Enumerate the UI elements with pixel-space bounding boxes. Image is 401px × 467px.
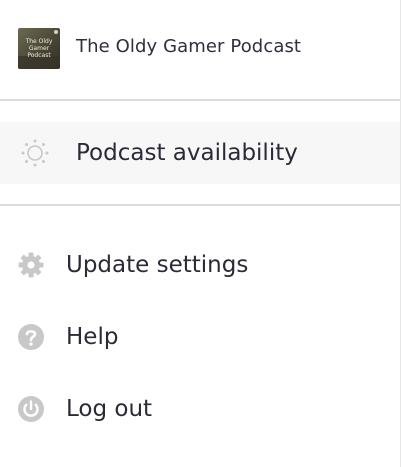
artwork-text: The Oldy Gamer Podcast xyxy=(25,38,53,59)
podcast-artwork: The Oldy Gamer Podcast xyxy=(18,28,60,69)
account-dropdown-menu: The Oldy Gamer Podcast The Oldy Gamer Po… xyxy=(0,0,401,467)
log-out-label: Log out xyxy=(66,396,153,422)
podcast-availability-item[interactable]: Podcast availability xyxy=(0,122,400,184)
divider xyxy=(0,99,400,101)
podcast-availability-label: Podcast availability xyxy=(76,140,298,166)
update-settings-item[interactable]: Update settings xyxy=(0,235,400,295)
sun-status-icon xyxy=(20,138,50,168)
podcast-header[interactable]: The Oldy Gamer Podcast The Oldy Gamer Po… xyxy=(0,0,400,97)
help-item[interactable]: Help xyxy=(0,307,400,367)
podcast-title: The Oldy Gamer Podcast xyxy=(76,36,302,57)
help-label: Help xyxy=(66,324,119,350)
gear-icon xyxy=(17,251,45,279)
update-settings-label: Update settings xyxy=(66,252,249,278)
question-circle-icon xyxy=(17,323,45,351)
divider xyxy=(0,204,400,206)
power-icon xyxy=(17,395,45,423)
log-out-item[interactable]: Log out xyxy=(0,379,400,439)
